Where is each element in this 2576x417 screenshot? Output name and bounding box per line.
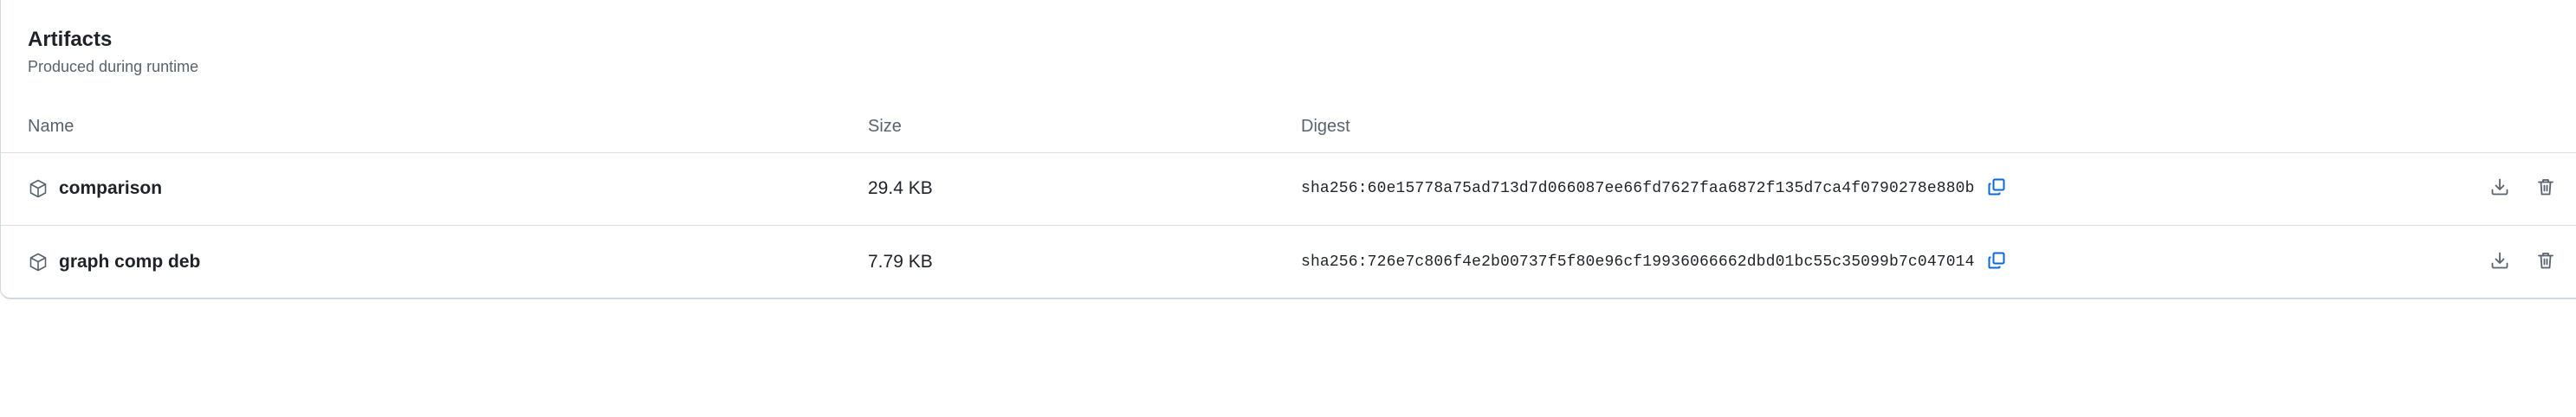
copy-icon bbox=[1986, 250, 2007, 275]
copy-digest-button[interactable] bbox=[1984, 176, 2010, 202]
delete-button[interactable] bbox=[2531, 174, 2560, 203]
section-title: Artifacts bbox=[28, 28, 113, 51]
artifacts-panel: Artifacts Produced during runtime Name S… bbox=[0, 0, 2576, 299]
package-icon bbox=[28, 252, 49, 273]
artifact-digest-cell: sha256:60e15778a75ad713d7d066087ee66fd76… bbox=[1301, 152, 2010, 225]
artifact-name-cell: comparison bbox=[28, 152, 162, 225]
table-header: Name Size Digest bbox=[1, 107, 2576, 153]
artifact-name[interactable]: graph comp deb bbox=[59, 252, 200, 273]
artifact-digest: sha256:726e7c806f4e2b00737f5f80e96cf1993… bbox=[1301, 253, 1975, 271]
copy-digest-button[interactable] bbox=[1984, 249, 2010, 275]
column-header-size: Size bbox=[868, 117, 902, 136]
download-icon bbox=[2489, 250, 2510, 275]
download-button[interactable] bbox=[2485, 174, 2515, 203]
row-actions bbox=[2485, 152, 2576, 225]
trash-icon bbox=[2535, 250, 2556, 275]
artifact-digest: sha256:60e15778a75ad713d7d066087ee66fd76… bbox=[1301, 180, 1975, 197]
artifact-name[interactable]: comparison bbox=[59, 178, 162, 199]
table-row: graph comp deb 7.79 KB sha256:726e7c806f… bbox=[1, 226, 2576, 298]
column-header-name: Name bbox=[28, 117, 74, 136]
trash-icon bbox=[2535, 176, 2556, 202]
copy-icon bbox=[1986, 176, 2007, 202]
artifact-name-cell: graph comp deb bbox=[28, 226, 200, 298]
column-header-digest: Digest bbox=[1301, 117, 1350, 136]
panel-header: Artifacts Produced during runtime bbox=[28, 26, 198, 78]
section-subtitle: Produced during runtime bbox=[28, 58, 199, 75]
delete-button[interactable] bbox=[2531, 247, 2560, 277]
download-button[interactable] bbox=[2485, 247, 2515, 277]
package-icon bbox=[28, 178, 49, 199]
row-actions bbox=[2485, 226, 2576, 298]
table-row: comparison 29.4 KB sha256:60e15778a75ad7… bbox=[1, 152, 2576, 226]
download-icon bbox=[2489, 176, 2510, 202]
artifact-size: 7.79 KB bbox=[868, 252, 933, 272]
artifact-digest-cell: sha256:726e7c806f4e2b00737f5f80e96cf1993… bbox=[1301, 226, 2010, 298]
artifact-size: 29.4 KB bbox=[868, 178, 933, 198]
